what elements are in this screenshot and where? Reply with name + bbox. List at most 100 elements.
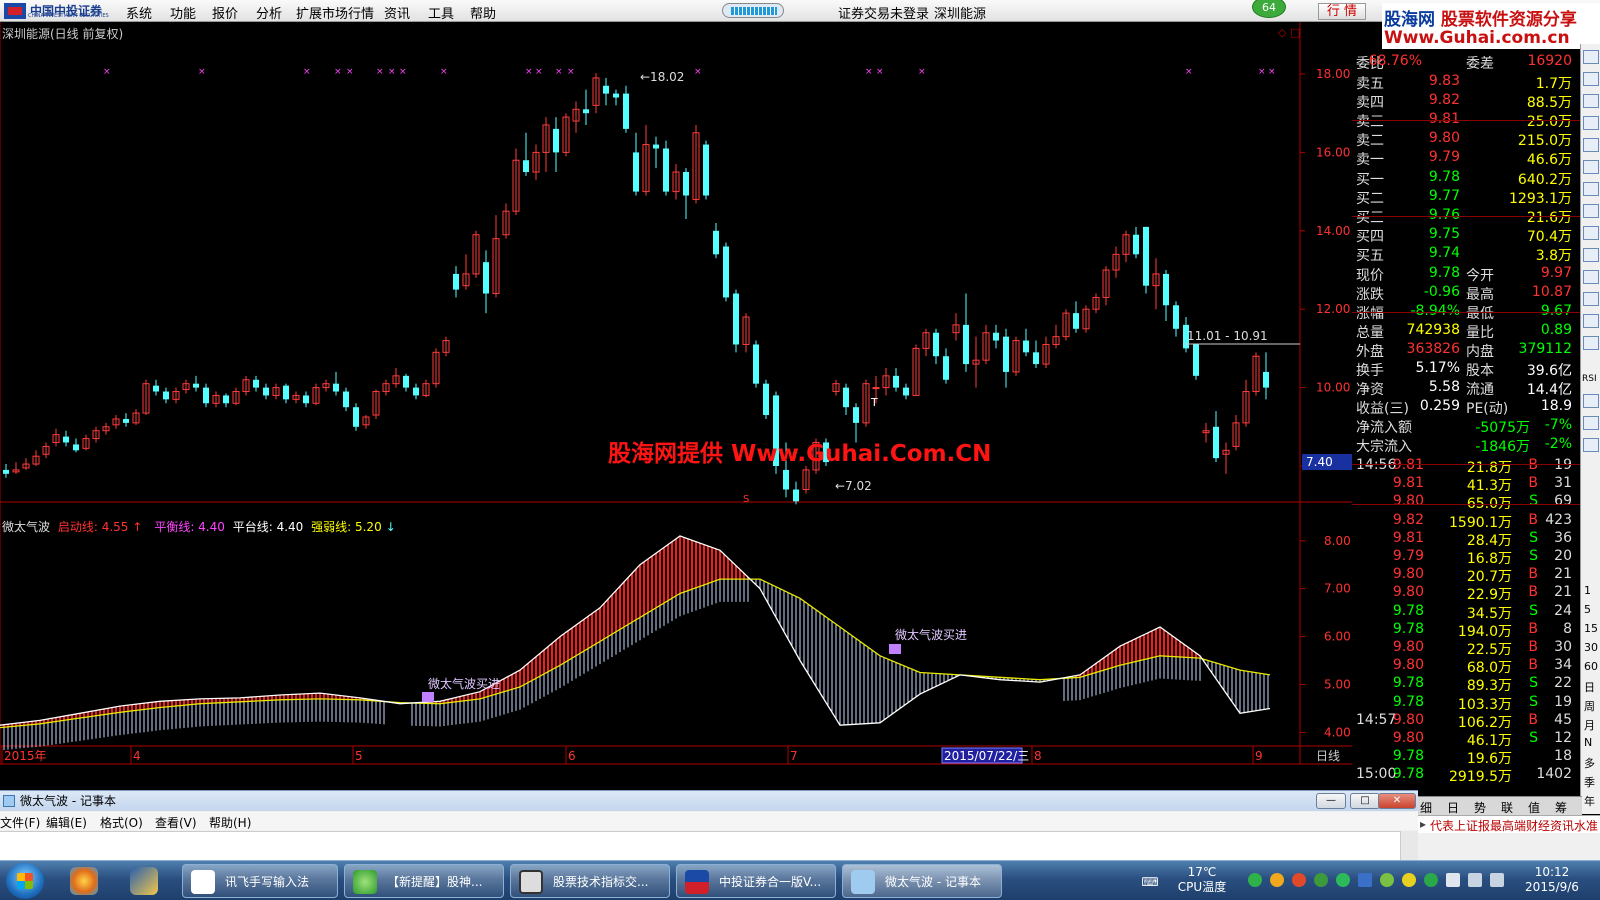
quote-tab[interactable]: 细 — [1420, 799, 1432, 816]
toolbar-menu-icon[interactable] — [1583, 204, 1599, 218]
tick-row[interactable]: 14:56 9.81 21.8万 B 19 — [1352, 456, 1582, 476]
toolbar-pie-icon[interactable] — [1583, 314, 1599, 328]
media-player-icon[interactable] — [70, 867, 98, 895]
toolbar-doc-icon[interactable] — [1583, 138, 1599, 152]
volume-icon[interactable] — [1490, 873, 1504, 887]
tick-row[interactable]: 9.80 65.0万 S 69 — [1352, 492, 1582, 512]
menu-system[interactable]: 系统 — [126, 3, 152, 22]
notification-badge[interactable]: 64 — [1252, 0, 1286, 18]
notepad-menu-format[interactable]: 格式(O) — [100, 814, 143, 831]
menu-info[interactable]: 资讯 — [384, 3, 410, 22]
stat-row[interactable]: 涨跌 -0.96 最高 10.87 — [1352, 283, 1582, 303]
tray-app-icon[interactable] — [1248, 873, 1262, 887]
news-ticker[interactable]: ▸ 代表上证报最高端财经资讯水准 — [1418, 815, 1600, 833]
notepad-scrollbar[interactable] — [1400, 831, 1418, 861]
tick-row[interactable]: 9.79 16.8万 S 20 — [1352, 547, 1582, 567]
stat-row[interactable]: 外盘 363826 内盘 379112 — [1352, 340, 1582, 360]
menu-extended-market[interactable]: 扩展市场行情 — [296, 3, 374, 22]
toolbar-chart-icon[interactable] — [1583, 50, 1599, 64]
tick-row[interactable]: 9.80 22.5万 B 30 — [1352, 638, 1582, 658]
stat-row[interactable]: 收益(三) 0.259 PE(动) 18.9 — [1352, 397, 1582, 417]
broom-icon[interactable] — [130, 867, 158, 895]
period-button[interactable]: 日 — [1584, 679, 1595, 695]
connection-indicator[interactable] — [722, 3, 784, 18]
toolbar-grid-icon[interactable] — [1583, 94, 1599, 108]
tray-star-icon[interactable] — [1402, 873, 1416, 887]
tick-row[interactable]: 9.82 1590.1万 B 423 — [1352, 511, 1582, 531]
quote-tab[interactable]: 值 — [1528, 799, 1540, 816]
close-button[interactable]: ✕ — [1378, 793, 1416, 809]
weibi-row[interactable]: 委比 68.76% 委差 16920 — [1352, 52, 1582, 72]
notepad-menu-edit[interactable]: 编辑(E) — [46, 814, 87, 831]
period-button[interactable]: 1 — [1584, 584, 1591, 597]
period-button[interactable]: 月 — [1584, 717, 1595, 733]
ask-row[interactable]: 卖五 9.83 1.7万 — [1352, 72, 1582, 92]
quote-tab[interactable]: 日 — [1447, 799, 1459, 816]
tick-row[interactable]: 9.78 194.0万 B 8 — [1352, 620, 1582, 640]
bid-row[interactable]: 买一 9.78 640.2万 — [1352, 168, 1582, 188]
stat-row[interactable]: 换手 5.17% 股本 39.6亿 — [1352, 359, 1582, 379]
tick-row[interactable]: 14:57 9.80 106.2万 B 45 — [1352, 711, 1582, 731]
toolbar-doc-icon[interactable] — [1583, 292, 1599, 306]
task-ifly-input[interactable]: 讯飞手写输入法 — [182, 864, 338, 898]
bid-row[interactable]: 买四 9.75 70.4万 — [1352, 225, 1582, 245]
maximize-button[interactable]: □ — [1350, 793, 1380, 809]
keyboard-icon[interactable]: ⌨ — [1140, 875, 1160, 890]
tray-flag-icon[interactable] — [1446, 873, 1460, 887]
notepad-menu-view[interactable]: 查看(V) — [155, 814, 197, 831]
period-button[interactable]: 周 — [1584, 698, 1595, 714]
tick-row[interactable]: 9.80 22.9万 B 21 — [1352, 583, 1582, 603]
menu-analysis[interactable]: 分析 — [256, 3, 282, 22]
ask-row[interactable]: 卖二 9.80 215.0万 — [1352, 129, 1582, 149]
flow-row[interactable]: 净流入额 -5075万 -7% — [1352, 416, 1582, 436]
network-icon[interactable] — [1468, 873, 1482, 887]
tick-row[interactable]: 9.80 68.0万 B 34 — [1352, 656, 1582, 676]
notepad-menu-file[interactable]: 文件(F) — [0, 814, 40, 831]
period-button[interactable]: 30 — [1584, 641, 1598, 654]
toolbar-grid-icon[interactable] — [1583, 248, 1599, 262]
notepad-text-area[interactable] — [0, 831, 1400, 861]
bid-row[interactable]: 买二 9.77 1293.1万 — [1352, 187, 1582, 207]
menu-quote[interactable]: 报价 — [212, 3, 238, 22]
tick-row[interactable]: 9.78 103.3万 S 19 — [1352, 693, 1582, 713]
toolbar-diamond-icon[interactable] — [1583, 416, 1599, 430]
toolbar-chart-icon[interactable] — [1583, 270, 1599, 284]
stat-row[interactable]: 总量 742938 量比 0.89 — [1352, 321, 1582, 341]
tick-row[interactable]: 9.78 19.6万 18 — [1352, 747, 1582, 767]
period-button[interactable]: 15 — [1584, 622, 1598, 635]
stat-row[interactable]: 现价 9.78 今开 9.97 — [1352, 264, 1582, 284]
tray-wechat-icon[interactable] — [1314, 873, 1328, 887]
tray-qq-icon[interactable] — [1270, 873, 1284, 887]
toolbar-line-icon[interactable] — [1583, 116, 1599, 130]
rsi-button[interactable]: RSI — [1582, 374, 1597, 384]
notepad-menu-help[interactable]: 帮助(H) — [209, 814, 251, 831]
quote-tab[interactable]: 筹 — [1555, 799, 1567, 816]
period-button[interactable]: N — [1584, 736, 1592, 749]
toolbar-bars-icon[interactable] — [1583, 72, 1599, 86]
toolbar-pie-icon[interactable] — [1583, 182, 1599, 196]
bid-row[interactable]: 买五 9.74 3.8万 — [1352, 244, 1582, 264]
task-notepad[interactable]: 微太气波 - 记事本 — [842, 864, 1002, 898]
tick-row[interactable]: 15:00 9.78 2919.5万 1402 — [1352, 765, 1582, 785]
task-browser[interactable]: 【新提醒】股神... — [344, 864, 504, 898]
task-zhongtou[interactable]: 中投证券合一版V... — [676, 864, 836, 898]
tray-flame-icon[interactable] — [1292, 873, 1306, 887]
tick-row[interactable]: 9.78 89.3万 S 22 — [1352, 674, 1582, 694]
period-button[interactable]: 多 — [1584, 755, 1595, 771]
task-indicator-exchange[interactable]: 股票技术指标交... — [510, 864, 670, 898]
tray-360-icon[interactable] — [1336, 873, 1350, 887]
quote-tab[interactable]: 势 — [1474, 799, 1486, 816]
clock[interactable]: 10:12 2015/9/6 — [1516, 865, 1588, 895]
menu-tools[interactable]: 工具 — [428, 3, 454, 22]
period-button[interactable]: 5 — [1584, 603, 1591, 616]
menu-function[interactable]: 功能 — [170, 3, 196, 22]
menu-help[interactable]: 帮助 — [470, 3, 496, 22]
tray-green-icon[interactable] — [1380, 873, 1394, 887]
notepad-titlebar[interactable]: 微太气波 - 记事本 — □ ✕ — [0, 791, 1418, 811]
stat-row[interactable]: 净资 5.58 流通 14.4亿 — [1352, 378, 1582, 398]
tick-row[interactable]: 9.81 28.4万 S 36 — [1352, 529, 1582, 549]
flow-row[interactable]: 大宗流入 -1846万 -2% — [1352, 435, 1582, 455]
ask-row[interactable]: 卖一 9.79 46.6万 — [1352, 148, 1582, 168]
quote-button[interactable]: 行 情 — [1318, 3, 1366, 20]
minimize-button[interactable]: — — [1316, 793, 1346, 809]
